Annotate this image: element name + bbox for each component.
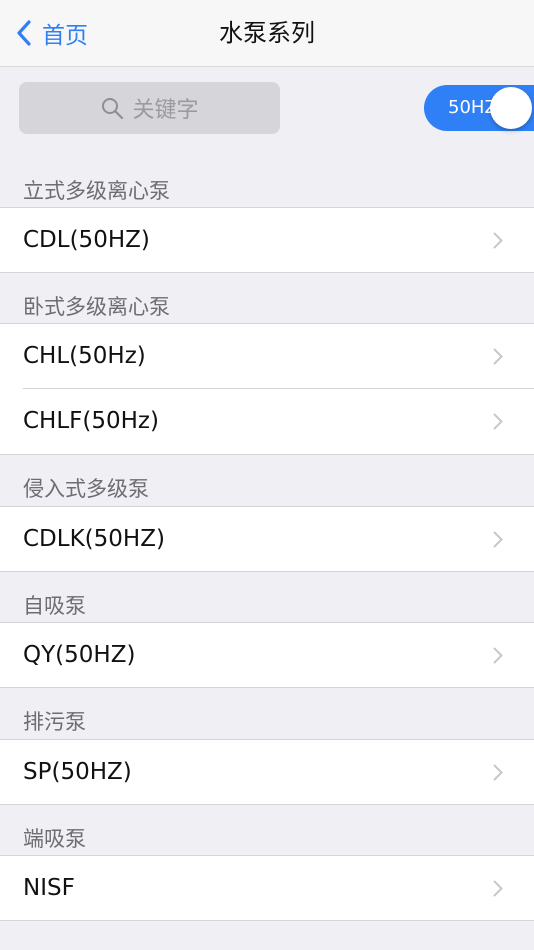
list-item[interactable]: CDLK(50HZ)	[0, 506, 534, 572]
chevron-right-icon	[493, 348, 503, 365]
toggle-knob[interactable]	[490, 87, 532, 129]
list-item-label: CHLF(50Hz)	[23, 408, 159, 434]
search-input[interactable]: 关键字	[19, 82, 280, 134]
page-title: 水泵系列	[219, 19, 315, 47]
section-header: 端吸泵	[23, 827, 86, 851]
list-item-label: CDL(50HZ)	[23, 227, 150, 253]
chevron-right-icon	[493, 413, 503, 430]
search-icon	[102, 98, 124, 120]
list-item[interactable]: NISF	[0, 855, 534, 921]
chevron-right-icon	[493, 764, 503, 781]
list-item[interactable]: SP(50HZ)	[0, 739, 534, 805]
chevron-right-icon	[493, 647, 503, 664]
search-placeholder: 关键字	[132, 98, 199, 123]
chevron-right-icon	[493, 232, 503, 249]
section-header: 自吸泵	[23, 594, 86, 618]
list-item-label: NISF	[23, 875, 75, 901]
section-header: 卧式多级离心泵	[23, 295, 170, 319]
section-header: 排污泵	[23, 710, 86, 734]
list-item-label: CHL(50Hz)	[23, 343, 146, 369]
list-item-label: QY(50HZ)	[23, 642, 136, 668]
section-header: 侵入式多级泵	[23, 477, 149, 501]
list-item[interactable]: CHL(50Hz)	[0, 323, 534, 389]
navigation-bar: 首页 水泵系列	[0, 0, 534, 67]
list-item[interactable]: CHLF(50Hz)	[0, 389, 534, 455]
list-item[interactable]: QY(50HZ)	[0, 622, 534, 688]
list-item-label: SP(50HZ)	[23, 759, 132, 785]
chevron-right-icon	[493, 531, 503, 548]
chevron-right-icon	[493, 880, 503, 897]
list-item-label: CDLK(50HZ)	[23, 526, 165, 552]
list-item[interactable]: CDL(50HZ)	[0, 207, 534, 273]
frequency-toggle[interactable]: 50HZ	[424, 85, 534, 131]
section-header: 立式多级离心泵	[23, 179, 170, 203]
